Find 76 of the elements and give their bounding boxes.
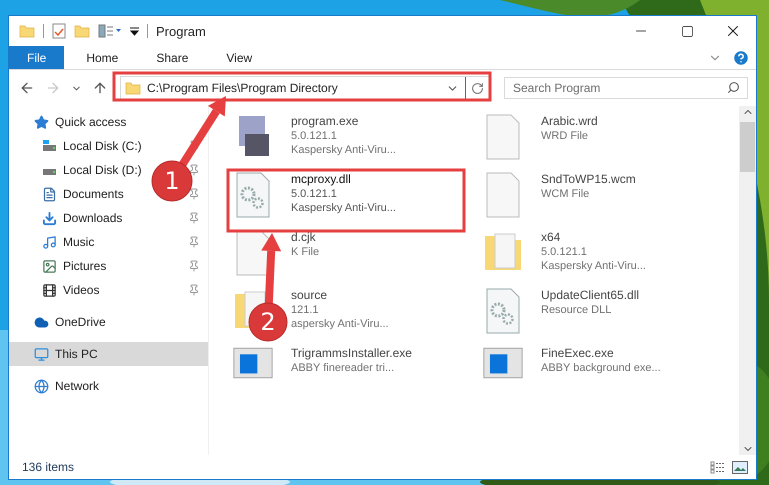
pin-icon[interactable] [188,260,200,272]
file-name[interactable]: d.cjk [291,230,320,244]
file-detail: 5.0.121.1 [291,188,338,200]
ribbon-tab[interactable]: Home [70,46,134,69]
pin-icon[interactable] [188,164,200,176]
monitor-icon [34,346,49,362]
help-icon[interactable] [732,48,750,66]
document-icon [42,186,57,202]
film-icon [42,282,57,298]
ribbon-tab[interactable]: Share [140,46,204,69]
download-icon [42,210,57,226]
properties-icon[interactable] [52,23,66,39]
file-detail: Resource DLL [541,304,612,316]
file-detail: Kaspersky Anti-Viru... [541,260,646,272]
pin-icon[interactable] [188,236,200,248]
details-view-icon[interactable] [710,460,726,474]
file-name[interactable]: Arabic.wrd [541,114,598,128]
pin-icon[interactable] [188,140,200,152]
file-detail: 5.0.121.1 [541,246,588,258]
drive-icon [42,140,57,152]
file-detail: aspersky Anti-Viru... [291,318,389,330]
sidebar-item[interactable]: This PC [9,342,208,366]
sidebar-item[interactable]: OneDrive [55,315,106,329]
large-icons-view-icon[interactable] [732,460,748,474]
pin-icon[interactable] [188,212,200,224]
sidebar-item[interactable]: Local Disk (D:) [63,163,142,177]
refresh-icon[interactable] [471,82,484,94]
music-note-icon [42,234,57,250]
cloud-icon [34,314,49,330]
sidebar-item[interactable]: Quick access [55,115,126,129]
sidebar-item[interactable]: Pictures [63,259,106,273]
file-name[interactable]: UpdateClient65.dll [541,288,640,302]
window-icon [483,346,523,380]
window-icon [233,346,273,380]
scrollbar[interactable] [739,106,756,455]
search-icon[interactable] [727,81,740,94]
file-name[interactable]: TrigrammsInstaller.exe [291,346,412,360]
file-detail: WCM File [541,188,590,200]
file-detail: K File [291,246,320,258]
sidebar-item[interactable]: Network [55,379,100,393]
sidebar-item[interactable]: Documents [63,187,124,201]
sidebar-item[interactable]: Local Disk (C:) [63,139,142,153]
file-name[interactable]: source [291,288,389,302]
sidebar-item[interactable]: Downloads [63,211,122,225]
search-field[interactable]: Search Program [504,77,748,99]
folder-icon [125,80,141,96]
file-name[interactable]: FineExec.exe [541,346,661,360]
file-name[interactable]: program.exe [291,114,396,128]
file-name[interactable]: x64 [541,230,646,244]
window-title: Program [156,24,206,38]
file-detail: ABBY finereader tri... [291,362,396,374]
address-bar[interactable]: C:\Program Files\Program Directory [120,76,490,100]
sidebar-item[interactable]: Music [63,235,94,249]
pin-icon[interactable] [188,284,200,296]
step-number: 1 [163,166,181,197]
pin-icon[interactable] [188,188,200,200]
globe-icon [34,378,49,394]
maximize-icon[interactable] [680,24,694,38]
file-detail: Kaspersky Anti-Viru... [291,202,396,214]
star-icon [34,114,49,130]
file-detail: 5.0.121.1 [291,130,338,142]
file-detail: 121.1 [291,304,320,316]
file-name[interactable]: SndToWP15.wcm [541,172,636,186]
item-count: 136 items [22,460,74,474]
file-detail: Kaspersky Anti-Viru... [291,144,396,156]
view-dropdown-icon[interactable] [98,24,122,38]
file-detail: ABBY background exe... [541,362,661,374]
file-name[interactable]: mcproxy.dll [291,172,396,186]
file-detail: WRD File [541,130,590,142]
scroll-thumb[interactable] [740,122,755,172]
picture-icon [42,258,57,274]
sidebar-item[interactable]: Videos [63,283,100,297]
step-number: 2 [259,307,277,338]
customize-toolbar-icon[interactable] [130,26,139,36]
ribbon-tab[interactable]: View [210,46,268,69]
file-menu-button[interactable]: File [9,46,64,69]
